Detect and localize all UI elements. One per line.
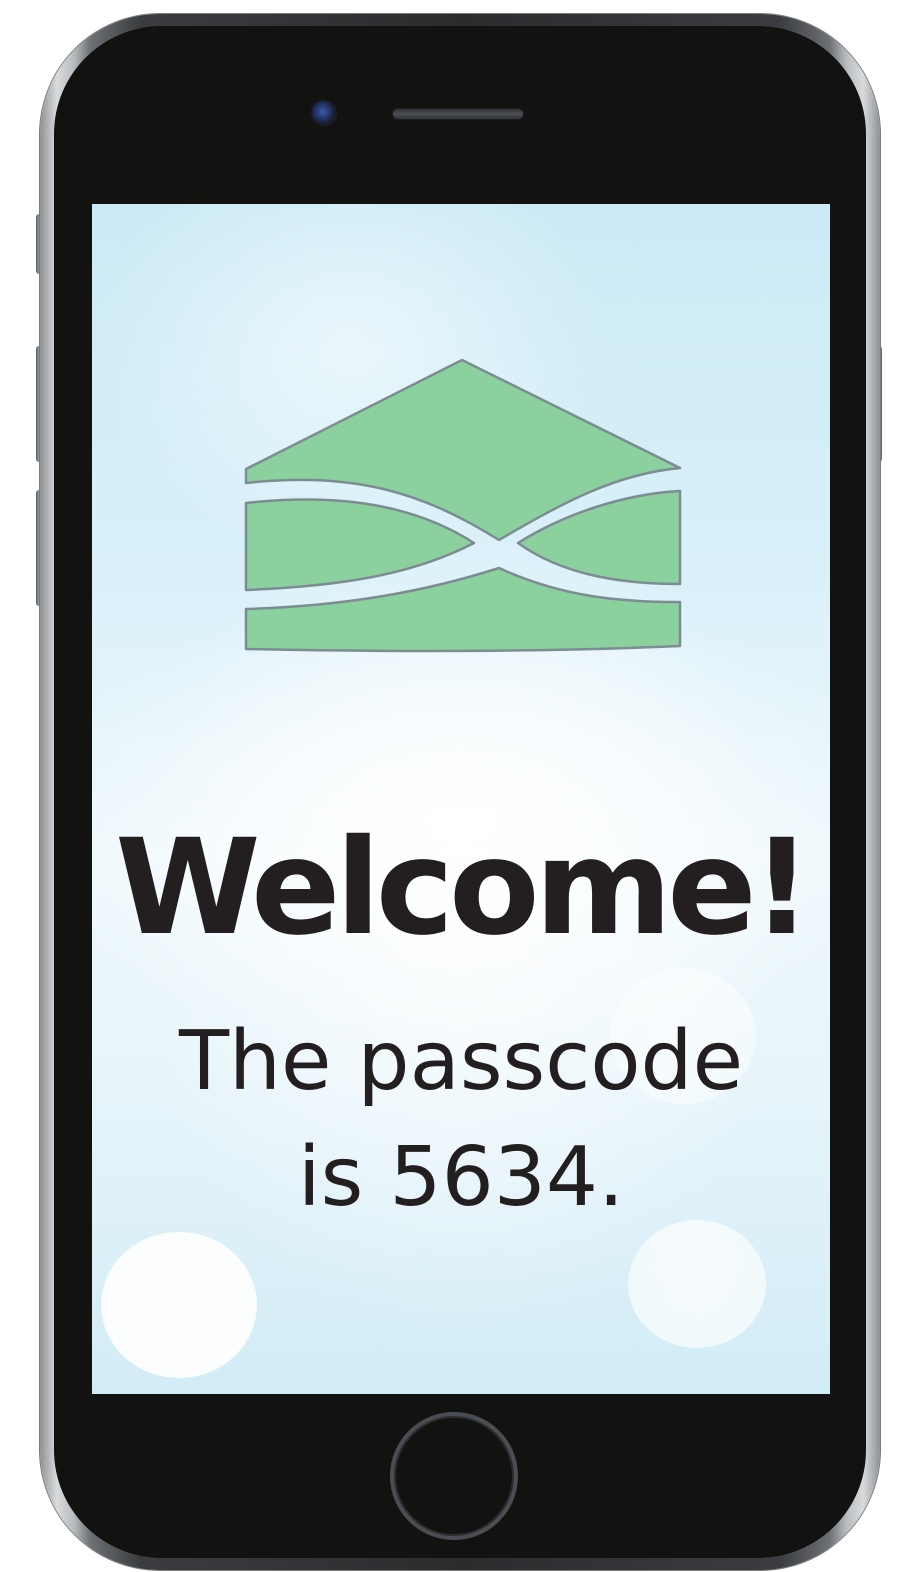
house-logo-icon (244, 358, 682, 653)
background-bokeh (628, 1220, 766, 1348)
front-camera-icon (311, 100, 337, 126)
home-button-icon[interactable] (390, 1412, 518, 1540)
welcome-heading: Welcome! (115, 811, 812, 965)
passcode-message: The passcode is 5634. (178, 1014, 744, 1225)
earpiece-speaker-icon (392, 108, 524, 120)
phone-mockup: Welcome! The passcode is 5634. (0, 0, 922, 1572)
phone-screen: Welcome! The passcode is 5634. (92, 204, 830, 1394)
background-bokeh (101, 1232, 257, 1378)
